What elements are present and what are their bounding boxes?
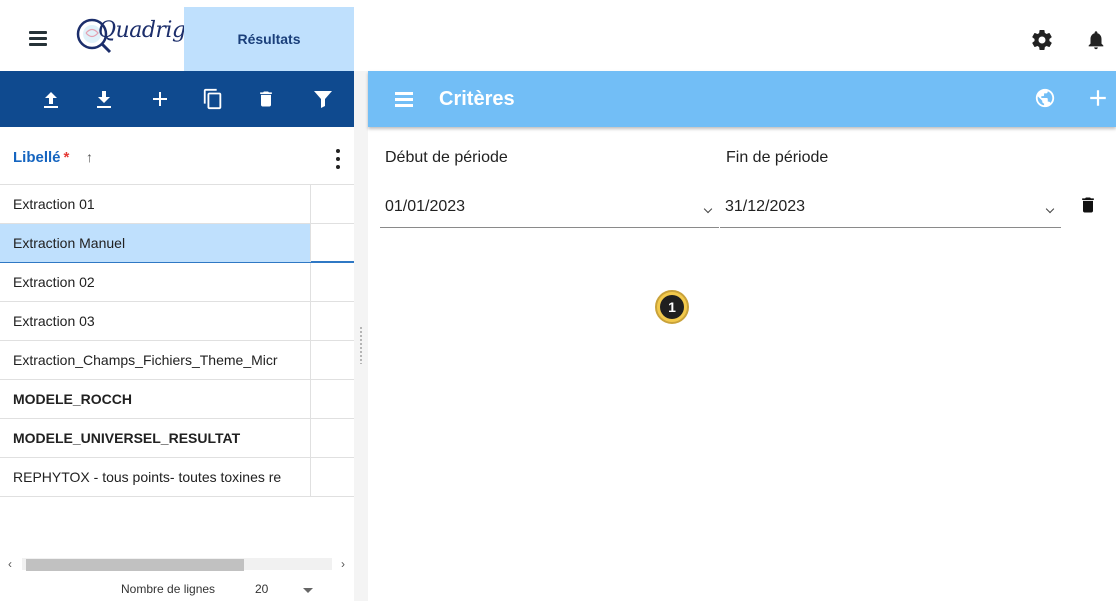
end-date-label: Fin de période xyxy=(726,149,829,166)
app-logo[interactable]: Quadrige xyxy=(72,14,199,58)
end-date-field[interactable]: 31/12/2023 xyxy=(720,192,1061,228)
list-item-selected[interactable]: Extraction Manuel xyxy=(0,224,354,263)
list-item-label: Extraction_Champs_Fichiers_Theme_Micr xyxy=(0,341,311,379)
list-item-label: MODELE_UNIVERSEL_RESULTAT xyxy=(0,419,311,457)
scrollbar-thumb[interactable] xyxy=(26,559,244,571)
scroll-right-icon[interactable]: › xyxy=(341,557,345,571)
add-criteria-icon[interactable] xyxy=(1088,88,1110,110)
list-item-label: Extraction 02 xyxy=(0,263,311,301)
list-item[interactable]: Extraction 01 xyxy=(0,185,354,224)
chevron-down-icon[interactable] xyxy=(303,588,313,593)
delete-icon[interactable] xyxy=(252,85,280,113)
filter-icon[interactable] xyxy=(309,85,337,113)
top-bar: Quadrige Résultats xyxy=(0,0,1116,71)
left-toolbar xyxy=(0,71,354,127)
list-item[interactable]: REPHYTOX - tous points- toutes toxines r… xyxy=(0,458,354,497)
pagination-footer: Nombre de lignes 20 xyxy=(0,576,354,601)
rows-per-page-label: Nombre de lignes xyxy=(121,582,216,596)
sort-ascending-icon[interactable]: ↑ xyxy=(86,149,93,165)
start-date-label: Début de période xyxy=(385,149,508,166)
chevron-down-icon[interactable] xyxy=(703,204,713,214)
criteria-toolbar: Critères xyxy=(368,71,1116,127)
settings-icon[interactable] xyxy=(1030,28,1054,52)
list-item-label: Extraction Manuel xyxy=(0,224,311,262)
notifications-icon[interactable] xyxy=(1085,28,1109,52)
globe-icon[interactable] xyxy=(1034,87,1058,111)
copy-icon[interactable] xyxy=(199,85,227,113)
rows-per-page-select[interactable]: 20 xyxy=(255,582,268,596)
results-list: Extraction 01 Extraction Manuel Extracti… xyxy=(0,185,354,497)
delete-criteria-icon[interactable] xyxy=(1078,194,1098,218)
list-item[interactable]: Extraction 03 xyxy=(0,302,354,341)
main-menu-button[interactable] xyxy=(26,28,50,48)
download-icon[interactable] xyxy=(90,85,118,113)
column-menu-icon[interactable] xyxy=(330,147,346,173)
add-icon[interactable] xyxy=(146,85,174,113)
list-item[interactable]: Extraction_Champs_Fichiers_Theme_Micr xyxy=(0,341,354,380)
list-item-label: MODELE_ROCCH xyxy=(0,380,311,418)
required-marker: * xyxy=(63,149,70,166)
list-item-label: REPHYTOX - tous points- toutes toxines r… xyxy=(0,458,311,496)
drag-handle-icon[interactable] xyxy=(359,326,363,364)
end-date-value: 31/12/2023 xyxy=(725,198,806,215)
criteria-title: Critères xyxy=(439,88,515,110)
list-item[interactable]: Extraction 02 xyxy=(0,263,354,302)
scroll-left-icon[interactable]: ‹ xyxy=(8,557,12,571)
upload-icon[interactable] xyxy=(37,85,65,113)
column-header-libelle[interactable]: Libellé * xyxy=(13,149,69,166)
tab-resultats[interactable]: Résultats xyxy=(184,7,354,71)
criteria-menu-button[interactable] xyxy=(395,90,415,108)
list-item-label: Extraction 03 xyxy=(0,302,311,340)
list-item-label: Extraction 01 xyxy=(0,185,311,223)
start-date-value: 01/01/2023 xyxy=(385,198,466,215)
start-date-field[interactable]: 01/01/2023 xyxy=(380,192,719,228)
annotation-badge: 1 xyxy=(655,290,689,324)
chevron-down-icon[interactable] xyxy=(1045,204,1055,214)
annotation-number: 1 xyxy=(660,295,684,319)
list-item[interactable]: MODELE_ROCCH xyxy=(0,380,354,419)
panel-splitter[interactable] xyxy=(354,71,368,601)
horizontal-scrollbar[interactable]: ‹ › xyxy=(0,555,354,573)
list-header: Libellé * ↑ xyxy=(0,135,354,185)
list-item[interactable]: MODELE_UNIVERSEL_RESULTAT xyxy=(0,419,354,458)
